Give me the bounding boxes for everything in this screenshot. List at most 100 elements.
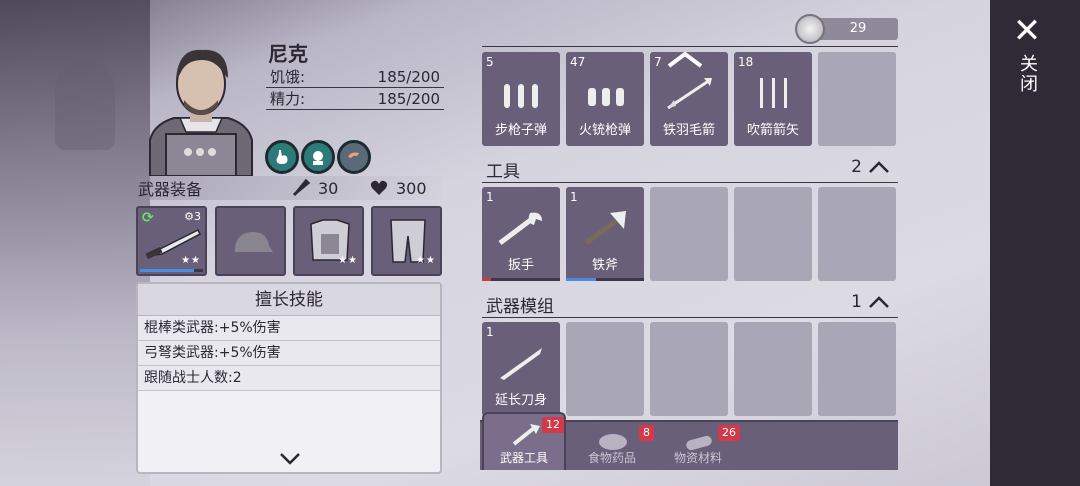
tab-label: 物资材料 [673, 451, 722, 465]
tab-badge: 26 [718, 425, 740, 441]
tools-section-toggle[interactable]: 2 [851, 157, 890, 177]
helmet-slot[interactable] [215, 206, 286, 276]
shrimp-icon[interactable] [337, 140, 371, 174]
armor-slot[interactable]: ★★ [293, 206, 364, 276]
tab-badge: 12 [542, 417, 564, 433]
bullet-icon [588, 88, 624, 106]
item-label: 火铳枪弹 [578, 123, 631, 138]
inventory-slot-iron-axe[interactable]: 1 铁斧 [566, 187, 644, 281]
item-count: 47 [570, 55, 586, 69]
weapon-slot[interactable]: ⟳ ⚙3 ★★ [136, 206, 207, 276]
blade-icon [500, 348, 542, 380]
character-portrait [140, 44, 262, 176]
item-label: 步枪子弹 [494, 123, 547, 138]
inventory-slot-wrench[interactable]: 1 扳手 [482, 187, 560, 281]
tools-count: 2 [851, 157, 862, 177]
equipment-title: 武器装备 [138, 180, 203, 199]
item-count: 1 [570, 190, 578, 204]
item-label: 延长刀身 [494, 393, 547, 408]
hunger-row: 饥饿: 185/200 [266, 66, 444, 88]
equipment-header: 武器装备 30 300 [136, 176, 442, 200]
health-value: 300 [396, 178, 427, 198]
item-label: 铁斧 [591, 258, 618, 273]
inventory-slot-empty[interactable] [566, 322, 644, 416]
hunger-value: 185/200 [377, 67, 440, 86]
hunger-label: 饥饿: [270, 68, 306, 86]
inventory-slot-empty[interactable] [650, 322, 728, 416]
energy-value: 185/200 [377, 89, 440, 108]
inventory-slot-empty[interactable] [818, 52, 896, 146]
item-count: 7 [654, 55, 662, 69]
pants-stars: ★★ [416, 255, 436, 266]
arrow-icon [667, 78, 712, 110]
inventory-slot-empty[interactable] [818, 322, 896, 416]
chevron-up-icon[interactable] [667, 50, 703, 68]
health-stat: 300 [370, 179, 427, 198]
attack-value: 30 [318, 178, 339, 198]
skill-row: 弓弩类武器:+5%伤害 [138, 341, 440, 366]
inventory-slot-empty[interactable] [818, 187, 896, 281]
item-label: 铁羽毛箭 [662, 123, 715, 138]
durability-bar [566, 278, 644, 281]
divider [482, 182, 898, 183]
inventory-slot-empty[interactable] [650, 187, 728, 281]
item-count: 1 [486, 325, 494, 339]
status-icons [265, 140, 371, 174]
divider [482, 46, 898, 47]
tools-icon [512, 424, 540, 446]
tab-food-medicine[interactable]: 8 食物药品 [570, 422, 654, 470]
inventory-slot-rifle-ammo[interactable]: 5 步枪子弹 [482, 52, 560, 146]
weapon-durability-bar [140, 269, 203, 272]
tab-materials[interactable]: 26 物资材料 [656, 422, 740, 470]
close-label: 关闭 [1017, 54, 1038, 94]
inventory-slot-empty[interactable] [734, 187, 812, 281]
item-label: 扳手 [507, 258, 534, 273]
tab-badge: 8 [639, 425, 654, 441]
tab-weapons-tools[interactable]: 12 武器工具 [482, 412, 566, 470]
gear-level: 3 [194, 210, 201, 223]
gear-icon: ⚙3 [184, 210, 201, 223]
item-label: 吹箭箭矢 [746, 123, 799, 138]
inventory-slot-extended-blade[interactable]: 1 延长刀身 [482, 322, 560, 416]
mood-icon[interactable] [301, 140, 335, 174]
item-count: 18 [738, 55, 754, 69]
stomach-icon[interactable] [265, 140, 299, 174]
chevron-up-icon [869, 296, 889, 308]
skill-row: 棍棒类武器:+5%伤害 [138, 316, 440, 341]
energy-label: 精力: [270, 90, 306, 108]
energy-row: 精力: 185/200 [266, 88, 444, 110]
background-figure [55, 60, 115, 150]
skill-row: 跟随战士人数:2 [138, 366, 440, 391]
coin-icon [795, 14, 825, 44]
chevron-up-icon [869, 161, 889, 173]
cap-icon [235, 232, 273, 252]
axe-icon [584, 211, 626, 246]
chevron-down-icon[interactable] [279, 452, 301, 466]
item-count: 1 [486, 190, 494, 204]
sword-icon [292, 179, 310, 197]
mods-section-toggle[interactable]: 1 [851, 292, 890, 312]
heart-icon [370, 180, 388, 195]
wrench-icon [498, 212, 542, 245]
close-icon: ✕ [1012, 11, 1042, 51]
bullet-icon [504, 84, 538, 108]
durability-bar [482, 278, 560, 281]
inventory-slot-blowdart[interactable]: 18 吹箭箭矢 [734, 52, 812, 146]
tools-section-title: 工具 [486, 162, 520, 182]
attack-stat: 30 [292, 179, 338, 198]
refresh-icon: ⟳ [142, 210, 154, 226]
dart-icon [760, 78, 787, 108]
character-name: 尼克 [268, 42, 308, 66]
skills-panel: 擅长技能 棍棒类武器:+5%伤害 弓弩类武器:+5%伤害 跟随战士人数:2 [136, 282, 442, 474]
close-button[interactable]: ✕ 关闭 [1006, 14, 1048, 104]
divider [482, 317, 898, 318]
pants-slot[interactable]: ★★ [371, 206, 442, 276]
inventory-tabbar: 12 武器工具 8 食物药品 26 物资材料 [480, 412, 898, 470]
background-scene [0, 0, 150, 486]
mods-section-title: 武器模组 [486, 297, 554, 317]
inventory-slot-musket-ammo[interactable]: 47 火铳枪弹 [566, 52, 644, 146]
coin-value: 29 [849, 21, 867, 36]
inventory-slot-empty[interactable] [734, 322, 812, 416]
weapon-stars: ★★ [181, 255, 201, 266]
item-count: 5 [486, 55, 494, 69]
